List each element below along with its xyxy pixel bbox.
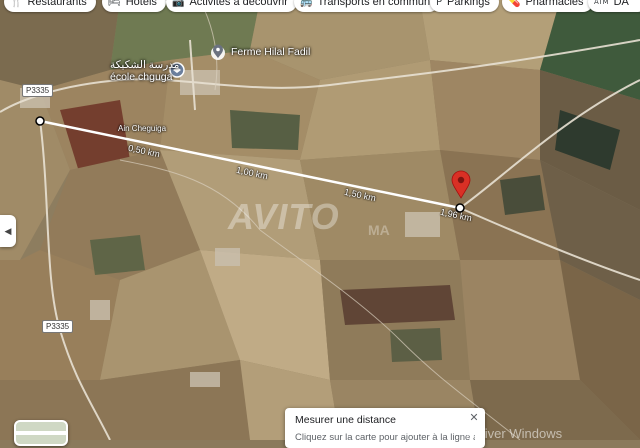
measure-distance-panel: Mesurer une distance Cliquez sur la cart…: [285, 408, 485, 448]
chip-atm[interactable]: ATM DA: [588, 0, 640, 12]
school-label-arabic[interactable]: مدرسة الشكيكة: [110, 59, 179, 71]
collapse-panel-button[interactable]: ◀: [0, 215, 16, 247]
parking-icon: P: [436, 0, 443, 8]
hotel-icon: 🛏: [108, 0, 121, 8]
chip-parkings[interactable]: P Parkings: [430, 0, 499, 12]
measure-start-point: [35, 116, 45, 126]
chip-label: Parkings: [447, 0, 490, 8]
chip-hotels[interactable]: 🛏 Hotels: [102, 0, 166, 12]
chip-label: Hotels: [125, 0, 157, 8]
measure-panel-hint: Cliquez sur la carte pour ajouter à la l…: [295, 432, 475, 443]
atm-icon: ATM: [594, 0, 609, 6]
chevron-left-icon: ◀: [4, 225, 12, 236]
close-icon[interactable]: ✕: [467, 411, 481, 425]
bus-icon: 🚌: [300, 0, 313, 8]
farm-label[interactable]: Ferme Hilal Fadil: [231, 46, 310, 58]
camera-icon: 📷: [172, 0, 185, 8]
chip-activities[interactable]: 📷 Activités à découvrir: [166, 0, 297, 12]
measure-panel-title: Mesurer une distance: [295, 414, 396, 426]
layer-switcher-button[interactable]: [14, 420, 68, 446]
chip-label: Pharmacies: [525, 0, 584, 8]
road-shield-top: P3335: [22, 84, 54, 97]
chip-pharmacies[interactable]: 💊 Pharmacies: [502, 0, 593, 12]
windows-activation-watermark: Activer Windows: [466, 426, 563, 441]
layer-preview-road: [16, 431, 66, 435]
restaurant-icon: 🍴: [10, 0, 23, 8]
chip-restaurants[interactable]: 🍴 Restaurants: [4, 0, 96, 12]
chip-label: DA: [613, 0, 629, 8]
chip-label: Restaurants: [27, 0, 87, 8]
avito-watermark-suffix: MA: [368, 222, 390, 238]
avito-watermark: AVITO: [228, 196, 340, 237]
category-chips-bar: 🍴 Restaurants 🛏 Hotels 📷 Activités à déc…: [0, 0, 640, 16]
chip-label: Activités à découvrir: [189, 0, 288, 8]
pharmacy-icon: 💊: [508, 0, 521, 8]
chip-label: Transports en commun: [317, 0, 431, 8]
chip-transit[interactable]: 🚌 Transports en commun: [294, 0, 440, 12]
village-label: Ain Cheguiga: [118, 124, 167, 133]
road-shield-bottom: P3335: [42, 320, 74, 333]
school-label[interactable]: école chguga: [110, 71, 172, 83]
